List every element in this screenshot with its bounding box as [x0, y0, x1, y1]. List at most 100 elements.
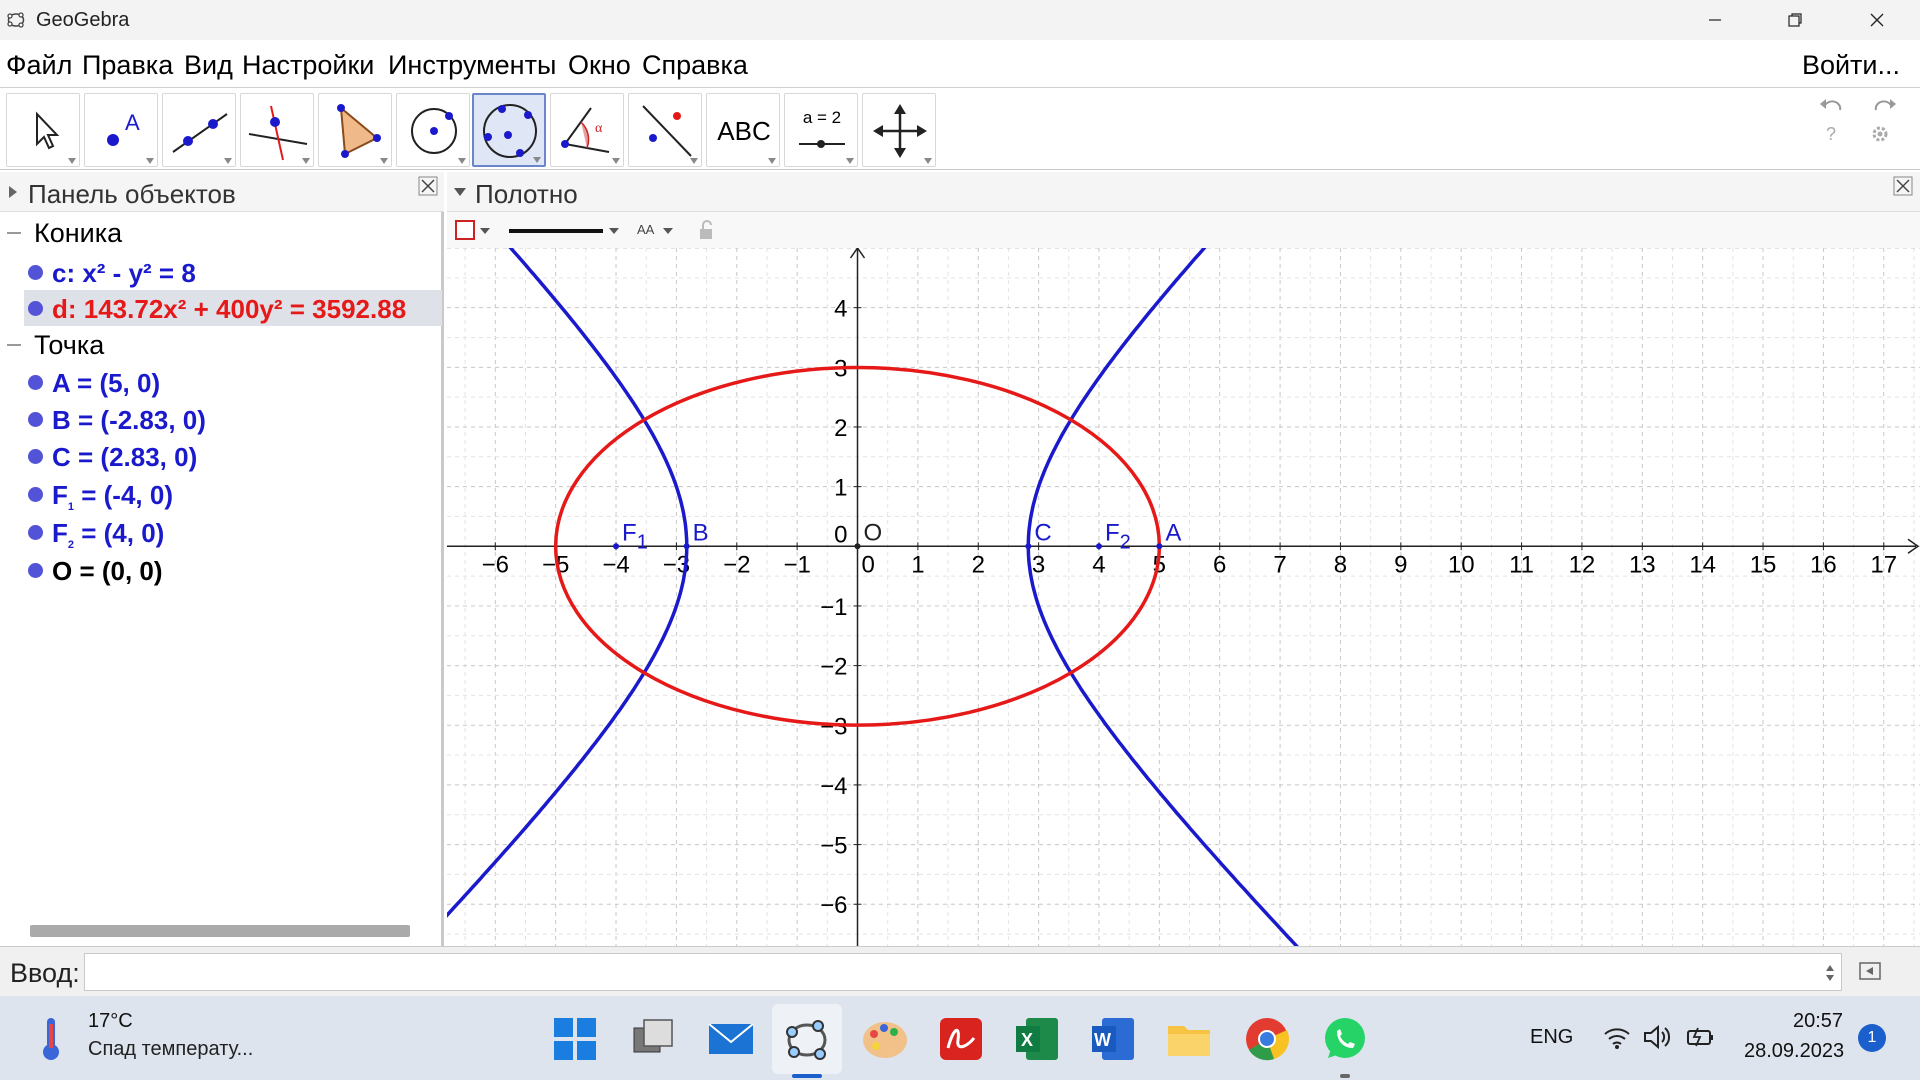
point-icon: A — [107, 110, 140, 146]
window-title: GeoGebra — [36, 9, 130, 31]
menu-settings[interactable]: Настройки — [242, 50, 374, 81]
slider-icon — [799, 140, 845, 148]
whatsapp-icon[interactable] — [1318, 1012, 1372, 1066]
task-view-icon[interactable] — [626, 1012, 680, 1066]
text-tool-label: ABC — [717, 115, 771, 146]
algebra-item-text: F2 = (4, 0) — [52, 518, 165, 552]
algebra-item-O[interactable]: O = (0, 0) — [24, 552, 442, 588]
cursor-arrow-icon — [36, 111, 60, 150]
language-indicator[interactable]: ENG — [1530, 1026, 1573, 1049]
move-tool-button[interactable] — [6, 93, 80, 167]
panel-expand-icon[interactable] — [8, 185, 18, 199]
visibility-toggle-icon[interactable] — [28, 412, 43, 427]
visibility-toggle-icon[interactable] — [28, 375, 43, 390]
svg-text:X: X — [1021, 1030, 1033, 1050]
input-history-icon[interactable] — [1824, 963, 1836, 983]
algebra-item-B[interactable]: B = (-2.83, 0) — [24, 401, 442, 437]
keyboard-toggle-icon[interactable] — [1858, 961, 1884, 983]
visibility-toggle-icon[interactable] — [28, 301, 43, 316]
restore-button[interactable] — [1766, 0, 1824, 40]
algebra-item-c[interactable]: c: x² - y² = 8 — [24, 254, 442, 290]
algebra-item-text: B = (-2.83, 0) — [52, 405, 206, 435]
algebra-item-text: F1 = (-4, 0) — [52, 480, 173, 514]
redo-icon[interactable] — [1864, 96, 1904, 118]
conic-tool-button[interactable] — [472, 93, 546, 167]
input-field[interactable] — [84, 953, 1842, 991]
x-tick-label: 4 — [1092, 551, 1105, 578]
visibility-toggle-icon[interactable] — [28, 563, 43, 578]
angle-tool-button[interactable]: α — [550, 93, 624, 167]
help-icon[interactable]: ? — [1822, 122, 1842, 146]
line-style-icon[interactable] — [507, 220, 627, 242]
slider-tool-button[interactable]: a = 2 — [784, 93, 858, 167]
circle-center-point-icon — [411, 108, 457, 154]
menu-window[interactable]: Окно — [568, 50, 631, 81]
undo-icon[interactable] — [1812, 96, 1852, 118]
text-size-label[interactable]: AA — [637, 222, 654, 237]
point-marker — [1095, 543, 1102, 550]
y-tick-label: −6 — [820, 892, 847, 919]
point-tool-button[interactable]: A — [84, 93, 158, 167]
file-explorer-icon[interactable] — [1162, 1012, 1216, 1066]
excel-icon[interactable]: X — [1010, 1012, 1064, 1066]
close-icon[interactable] — [418, 176, 440, 198]
visibility-toggle-icon[interactable] — [28, 487, 43, 502]
menu-tools[interactable]: Инструменты — [388, 50, 556, 81]
thermometer-icon[interactable] — [36, 1014, 66, 1062]
y-tick-label: −2 — [820, 654, 847, 681]
menu-edit[interactable]: Правка — [82, 50, 173, 81]
perpendicular-tool-button[interactable] — [240, 93, 314, 167]
reflect-tool-button[interactable] — [628, 93, 702, 167]
polygon-tool-button[interactable] — [318, 93, 392, 167]
collapse-icon[interactable] — [7, 344, 21, 346]
x-tick-label: 11 — [1509, 551, 1534, 578]
move-graphics-tool-button[interactable] — [862, 93, 936, 167]
clock-date[interactable]: 28.09.2023 — [1744, 1040, 1844, 1063]
battery-icon[interactable] — [1686, 1024, 1716, 1050]
minimize-button[interactable] — [1686, 0, 1744, 40]
weather-description[interactable]: Спад температу... — [88, 1038, 253, 1061]
y-tick-label: −5 — [820, 833, 847, 860]
chrome-icon[interactable] — [1240, 1012, 1294, 1066]
clock-time[interactable]: 20:57 — [1793, 1010, 1843, 1033]
graphics-canvas[interactable]: −6 −5 −4 −3 −2 −1 0 1 2 3 4 5 6 7 8 9 10 11 12 13 14 15 16 1743… — [447, 248, 1920, 946]
line-tool-button[interactable] — [162, 93, 236, 167]
collapse-icon[interactable] — [7, 232, 21, 234]
close-icon[interactable] — [1893, 176, 1915, 198]
menu-bar: Файл Правка Вид Настройки Инструменты Ок… — [0, 40, 1920, 88]
visibility-toggle-icon[interactable] — [28, 265, 43, 280]
menu-help[interactable]: Справка — [642, 50, 748, 81]
algebra-item-A[interactable]: A = (5, 0) — [24, 364, 442, 400]
input-label: Ввод: — [10, 958, 80, 988]
menu-view[interactable]: Вид — [184, 50, 233, 81]
y-tick-label: −1 — [820, 594, 847, 621]
chevron-down-icon[interactable] — [661, 220, 677, 242]
algebra-item-d[interactable]: d: 143.72x² + 400y² = 3592.88 — [24, 290, 442, 326]
algebra-item-C[interactable]: C = (2.83, 0) — [24, 438, 442, 474]
visibility-toggle-icon[interactable] — [28, 525, 43, 540]
paint-icon[interactable] — [858, 1012, 912, 1066]
visibility-toggle-icon[interactable] — [28, 449, 43, 464]
color-picker-icon[interactable] — [455, 220, 495, 242]
algebra-item-F2[interactable]: F2 = (4, 0) — [24, 514, 442, 552]
geogebra-taskbar-icon[interactable] — [780, 1012, 834, 1066]
wifi-icon[interactable] — [1602, 1024, 1632, 1050]
chevron-down-icon[interactable] — [453, 187, 467, 197]
volume-icon[interactable] — [1642, 1024, 1672, 1050]
word-icon[interactable]: W — [1086, 1012, 1140, 1066]
mail-icon[interactable] — [704, 1012, 758, 1066]
windows-start-icon[interactable] — [548, 1012, 602, 1066]
circle-tool-button[interactable] — [396, 93, 470, 167]
point-label: F2 — [1105, 519, 1131, 553]
login-button[interactable]: Войти... — [1802, 50, 1900, 81]
algebra-item-F1[interactable]: F1 = (-4, 0) — [24, 476, 442, 514]
menu-file[interactable]: Файл — [6, 50, 72, 81]
horizontal-scrollbar[interactable] — [30, 925, 410, 937]
lock-icon[interactable] — [697, 218, 719, 242]
pdf-reader-icon[interactable] — [934, 1012, 988, 1066]
close-button[interactable] — [1848, 0, 1906, 40]
notification-badge[interactable]: 1 — [1858, 1024, 1886, 1052]
text-tool-button[interactable]: ABC — [706, 93, 780, 167]
weather-temperature[interactable]: 17°C — [88, 1010, 133, 1033]
gear-icon[interactable] — [1870, 124, 1890, 144]
